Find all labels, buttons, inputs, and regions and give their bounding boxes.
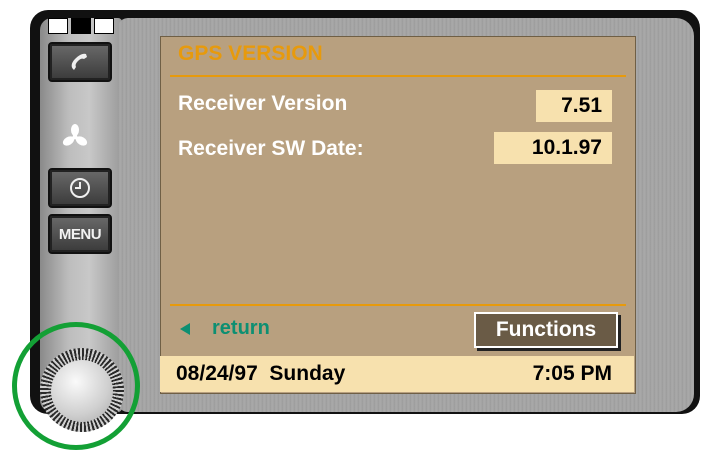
- knob-cap[interactable]: [51, 360, 113, 422]
- status-bar: 08/24/97 Sunday 7:05 PM: [160, 356, 634, 392]
- status-date: 08/24/97 Sunday: [176, 362, 346, 385]
- return-label: return: [212, 317, 270, 339]
- return-link[interactable]: return: [180, 317, 270, 340]
- indicator-square: [71, 18, 91, 34]
- menu-button[interactable]: MENU: [48, 214, 112, 254]
- indicator-square: [94, 18, 114, 34]
- title-divider: [170, 75, 626, 77]
- receiver-sw-date-label: Receiver SW Date:: [178, 137, 364, 160]
- phone-button[interactable]: [48, 42, 112, 82]
- status-time: 7:05 PM: [532, 362, 612, 385]
- receiver-version-label: Receiver Version: [178, 92, 348, 115]
- phone-icon: [71, 53, 87, 70]
- indicator-square: [48, 18, 68, 34]
- receiver-version-value: 7.51: [536, 90, 612, 122]
- fan-icon[interactable]: [62, 124, 88, 150]
- functions-button[interactable]: Functions: [474, 312, 618, 348]
- back-arrow-icon: [180, 322, 190, 335]
- page-title: GPS VERSION: [178, 42, 323, 65]
- clock-icon: [70, 178, 90, 198]
- functions-label: Functions: [495, 318, 597, 341]
- bottom-divider: [170, 304, 626, 306]
- receiver-sw-date-value: 10.1.97: [494, 132, 612, 164]
- menu-button-label: MENU: [58, 225, 102, 243]
- clock-button[interactable]: [48, 168, 112, 208]
- indicator-squares: [48, 18, 114, 34]
